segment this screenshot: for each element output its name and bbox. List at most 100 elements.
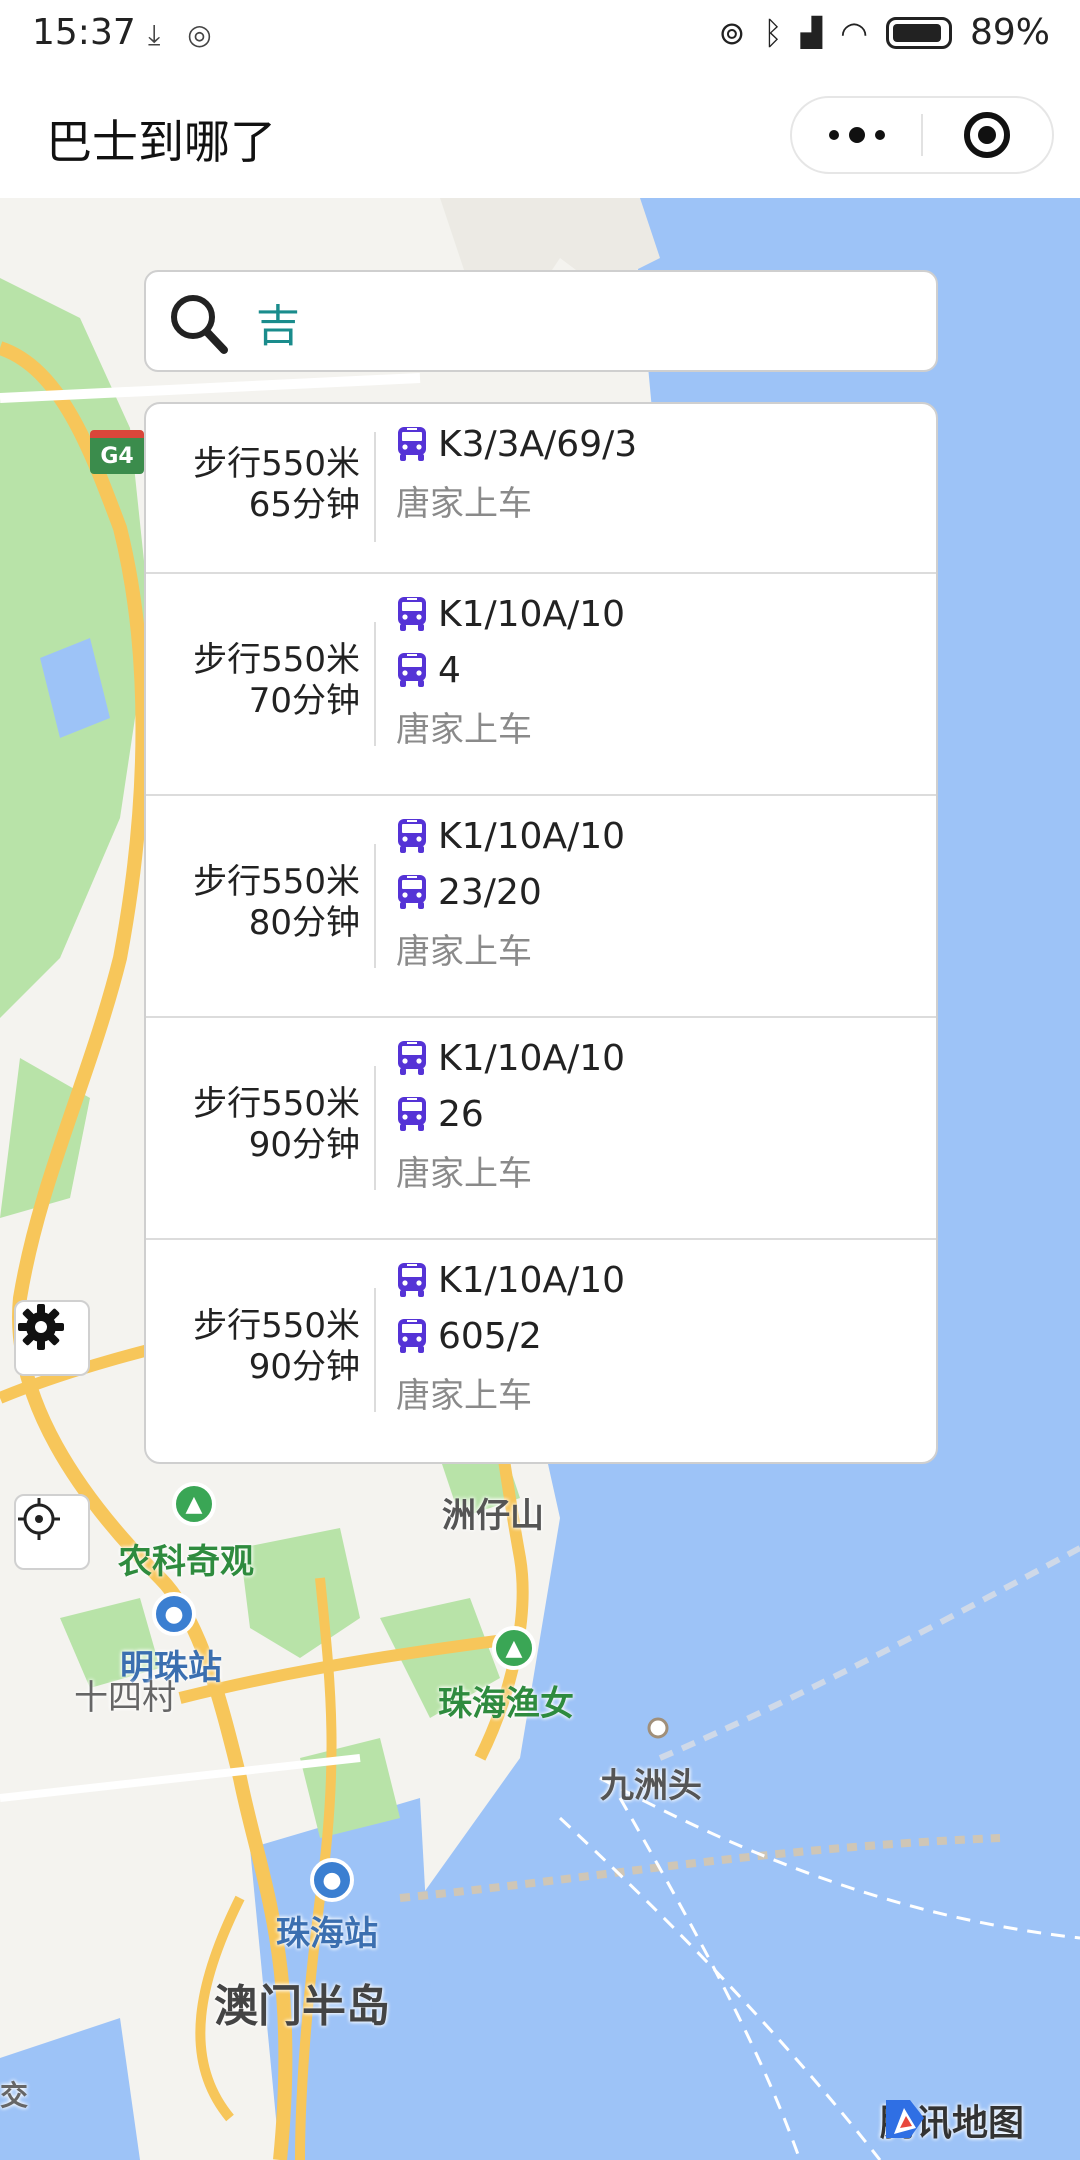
boarding-stop: 唐家上车 [396,1154,532,1194]
search-bar[interactable] [144,270,938,372]
hotspot-icon: ⊚ [718,13,746,52]
bus-line-number: K1/10A/10 [438,1259,626,1301]
walk-info: 步行550米 80分钟 [146,862,360,944]
bus-lines: K3/3A/69/3 唐家上车 [396,416,637,525]
title-bar: 巴士到哪了 [0,66,1080,198]
bluetooth-icon: ᛒ [763,13,783,52]
bus-line-number: 605/2 [438,1315,542,1357]
search-input[interactable] [256,290,916,354]
poi-park-icon: ▲ [492,1626,536,1670]
trip-duration: 70分钟 [248,681,360,721]
bus-line: K1/10A/10 [396,586,625,642]
poi-station-icon: ● [152,1592,196,1636]
walk-distance: 步行550米 [193,862,360,902]
bus-icon [398,1041,426,1075]
walk-info: 步行550米 90分钟 [146,1084,360,1166]
row-divider [374,1066,376,1190]
map-label-jiuzhou: 九洲头 [600,1766,702,1806]
bus-line: K3/3A/69/3 [396,416,637,472]
boarding-stop: 唐家上车 [396,484,532,524]
bus-icon [398,1097,426,1131]
bus-line: 23/20 [396,864,625,920]
route-result-item[interactable]: 步行550米 90分钟 K1/10A/10 605/2 唐家上车 [146,1240,936,1462]
walk-distance: 步行550米 [193,1084,360,1124]
walk-distance: 步行550米 [193,1306,360,1346]
bus-lines: K1/10A/10 605/2 唐家上车 [396,1252,625,1417]
poi-park-icon: ▲ [172,1482,216,1526]
hotspot-icon: ◎ [187,18,212,51]
bus-line: K1/10A/10 [396,808,625,864]
trip-duration: 80分钟 [248,903,360,943]
map-label-nongke: 农科奇观 [118,1542,254,1582]
bus-line: K1/10A/10 [396,1030,625,1086]
gear-icon [18,1304,64,1350]
bus-lines: K1/10A/10 4 唐家上车 [396,586,625,751]
status-time: 15:37 [32,12,136,53]
settings-button[interactable] [14,1300,90,1376]
status-bar: 15:37 ⤓ ◎ ⊚ ᛒ ▟ ◠ 89% [0,0,1080,66]
boarding-stop: 唐家上车 [396,710,532,750]
row-divider [374,622,376,746]
map-label-shisi: 十四村 [74,1678,176,1718]
map-label-zhouzaishan: 洲仔山 [442,1496,544,1536]
bus-line-number: K1/10A/10 [438,1037,626,1079]
row-divider [374,844,376,968]
bus-line-number: 26 [438,1093,484,1135]
walk-info: 步行550米 65分钟 [146,444,360,526]
wifi-icon: ◠ [840,13,868,52]
map-label-aomen: 澳门半岛 [214,1981,390,2032]
target-circle-icon [964,112,1011,158]
more-dots-icon [828,127,885,143]
map-label-jiao: 交 [0,2079,29,2112]
bus-icon [398,819,426,853]
page-title: 巴士到哪了 [46,115,276,169]
bus-icon [398,875,426,909]
search-icon [171,295,228,354]
bus-icon [398,427,426,461]
bus-icon [398,1263,426,1297]
trip-duration: 90分钟 [248,1347,360,1387]
route-result-item[interactable]: 步行550米 90分钟 K1/10A/10 26 唐家上车 [146,1018,936,1240]
brand-watermark: 腾讯地图 [880,2094,1024,2146]
menu-capsule [790,96,1054,174]
route-results-list: 步行550米 65分钟 K3/3A/69/3 唐家上车 步行550米 70分钟 K1/10A… [144,402,938,1464]
bus-line-number: 23/20 [438,871,542,913]
bus-line-number: K3/3A/69/3 [438,423,638,465]
bus-line-number: K1/10A/10 [438,815,626,857]
status-left-icons: ⤓ ◎ [148,18,212,52]
bus-line-number: K1/10A/10 [438,593,626,635]
download-icon: ⤓ [148,18,161,51]
bus-line: 4 [396,642,625,698]
row-divider [374,432,376,542]
poi-station-icon: ● [310,1858,354,1902]
route-result-item[interactable]: 步行550米 80分钟 K1/10A/10 23/20 唐家上车 [146,796,936,1018]
boarding-stop: 唐家上车 [396,1376,532,1416]
bus-line: 26 [396,1086,625,1142]
bus-lines: K1/10A/10 26 唐家上车 [396,1030,625,1195]
battery-percent: 89% [969,12,1050,53]
trip-duration: 90分钟 [248,1125,360,1165]
boarding-stop: 唐家上车 [396,932,532,972]
locate-icon [18,1498,60,1540]
status-right-icons: ⊚ ᛒ ▟ ◠ 89% [719,12,1051,53]
bus-icon [398,653,426,687]
battery-icon [885,16,952,49]
walk-distance: 步行550米 [193,444,360,484]
bus-icon [398,1319,426,1353]
route-result-item[interactable]: 步行550米 65分钟 K3/3A/69/3 唐家上车 [146,404,936,574]
walk-info: 步行550米 90分钟 [146,1306,360,1388]
walk-info: 步行550米 70分钟 [146,640,360,722]
bus-line: K1/10A/10 [396,1252,625,1308]
bus-line: 605/2 [396,1308,625,1364]
walk-distance: 步行550米 [193,640,360,680]
bus-lines: K1/10A/10 23/20 唐家上车 [396,808,625,973]
more-button[interactable] [792,98,921,172]
locate-button[interactable] [14,1494,90,1570]
close-miniprogram-button[interactable] [923,98,1052,172]
signal-hd-icon: ▟ [800,16,823,49]
map-label-yunu: 珠海渔女 [438,1684,574,1724]
route-result-item[interactable]: 步行550米 70分钟 K1/10A/10 4 唐家上车 [146,574,936,796]
bus-icon [398,597,426,631]
row-divider [374,1288,376,1412]
tencent-map-logo-icon [886,2100,924,2138]
